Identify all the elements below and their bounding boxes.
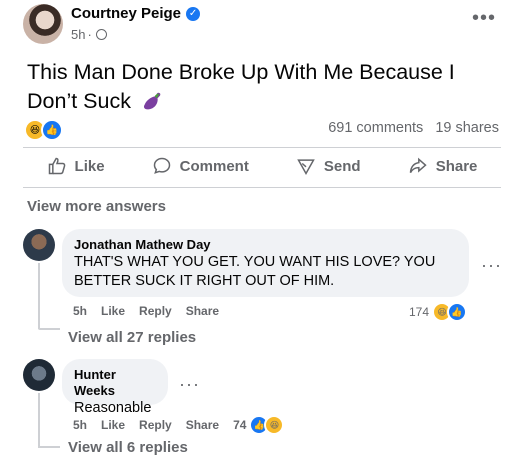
thread-connector (38, 446, 60, 448)
globe-icon (95, 29, 107, 40)
commenter-avatar[interactable] (23, 359, 55, 391)
comment-actions: 5h Like Reply Share 74 👍 😆 (73, 415, 285, 435)
send-icon (297, 159, 315, 176)
comment-author[interactable]: Jonathan Mathew Day (74, 237, 457, 253)
shares-count[interactable]: 19 shares (435, 120, 499, 136)
send-button[interactable]: Send (286, 152, 371, 180)
comment-reply-button[interactable]: Reply (139, 304, 172, 318)
comment-share-button[interactable]: Share (186, 304, 219, 318)
post-time[interactable]: 5h (71, 27, 85, 42)
like-label: Like (74, 157, 105, 175)
comment-reply-button[interactable]: Reply (139, 418, 172, 432)
commenter-avatar[interactable] (23, 229, 55, 261)
view-replies-link[interactable]: View all 27 replies (68, 329, 196, 346)
view-replies-link[interactable]: View all 6 replies (68, 439, 188, 456)
share-label: Share (435, 157, 478, 175)
comments-count[interactable]: 691 comments (328, 120, 423, 136)
comment-button[interactable]: Comment (142, 152, 259, 180)
comment-reactions[interactable]: 74 👍 😆 (233, 415, 285, 435)
post-text: This Man Done Broke Up With Me Because I… (27, 58, 507, 116)
comment-reaction-count: 174 (409, 305, 430, 319)
share-icon (409, 157, 427, 174)
author-avatar[interactable] (23, 4, 63, 44)
share-button[interactable]: Share (398, 152, 488, 180)
comment-text: THAT'S WHAT YOU GET. YOU WANT HIS LOVE? … (74, 254, 436, 289)
comment-author[interactable]: Hunter Weeks (74, 367, 156, 399)
thread-line (38, 263, 40, 329)
comment-reaction-count: 74 (233, 418, 247, 432)
reactions-summary[interactable]: 😆 👍 (24, 119, 63, 141)
engagement-counts: 691 comments 19 shares (328, 120, 499, 136)
haha-reaction-icon: 😆 (264, 415, 285, 435)
comment-like-button[interactable]: Like (101, 304, 125, 318)
comment-time[interactable]: 5h (73, 304, 87, 318)
divider (23, 147, 501, 148)
like-reaction-icon: 👍 (447, 302, 468, 322)
comment-more-icon[interactable]: ··· (481, 256, 502, 274)
comment-share-button[interactable]: Share (186, 418, 219, 432)
divider (23, 187, 501, 188)
comment-more-icon[interactable]: ··· (179, 375, 200, 393)
more-options-icon[interactable]: ••• (472, 8, 496, 28)
like-button[interactable]: Like (37, 152, 115, 180)
comment-icon (153, 157, 170, 174)
thumbs-up-icon (48, 157, 65, 175)
post-meta: 5h · (71, 27, 107, 42)
view-more-answers-link[interactable]: View more answers (27, 198, 166, 215)
comment-bubble: Jonathan Mathew Day THAT'S WHAT YOU GET.… (62, 229, 469, 297)
send-label: Send (323, 157, 361, 175)
comment-reactions[interactable]: 174 😆 👍 (409, 302, 468, 322)
post-body: This Man Done Broke Up With Me Because I… (27, 60, 455, 113)
post-author[interactable]: Courtney Peige ✓ (71, 5, 201, 22)
comment-actions: 5h Like Reply Share (73, 304, 219, 318)
thread-line (38, 393, 40, 447)
comment-like-button[interactable]: Like (101, 418, 125, 432)
comment-bubble: Hunter Weeks Reasonable (62, 359, 168, 416)
meta-dot: · (87, 27, 92, 42)
author-name[interactable]: Courtney Peige (71, 5, 181, 22)
verified-badge-icon: ✓ (186, 6, 201, 21)
like-reaction-icon: 👍 (41, 119, 63, 141)
thread-connector (38, 328, 60, 330)
comment-time[interactable]: 5h (73, 418, 87, 432)
eggplant-emoji-icon (143, 92, 161, 110)
comment-label: Comment (179, 157, 249, 175)
post-action-bar: Like Comment Send Share (23, 149, 501, 183)
